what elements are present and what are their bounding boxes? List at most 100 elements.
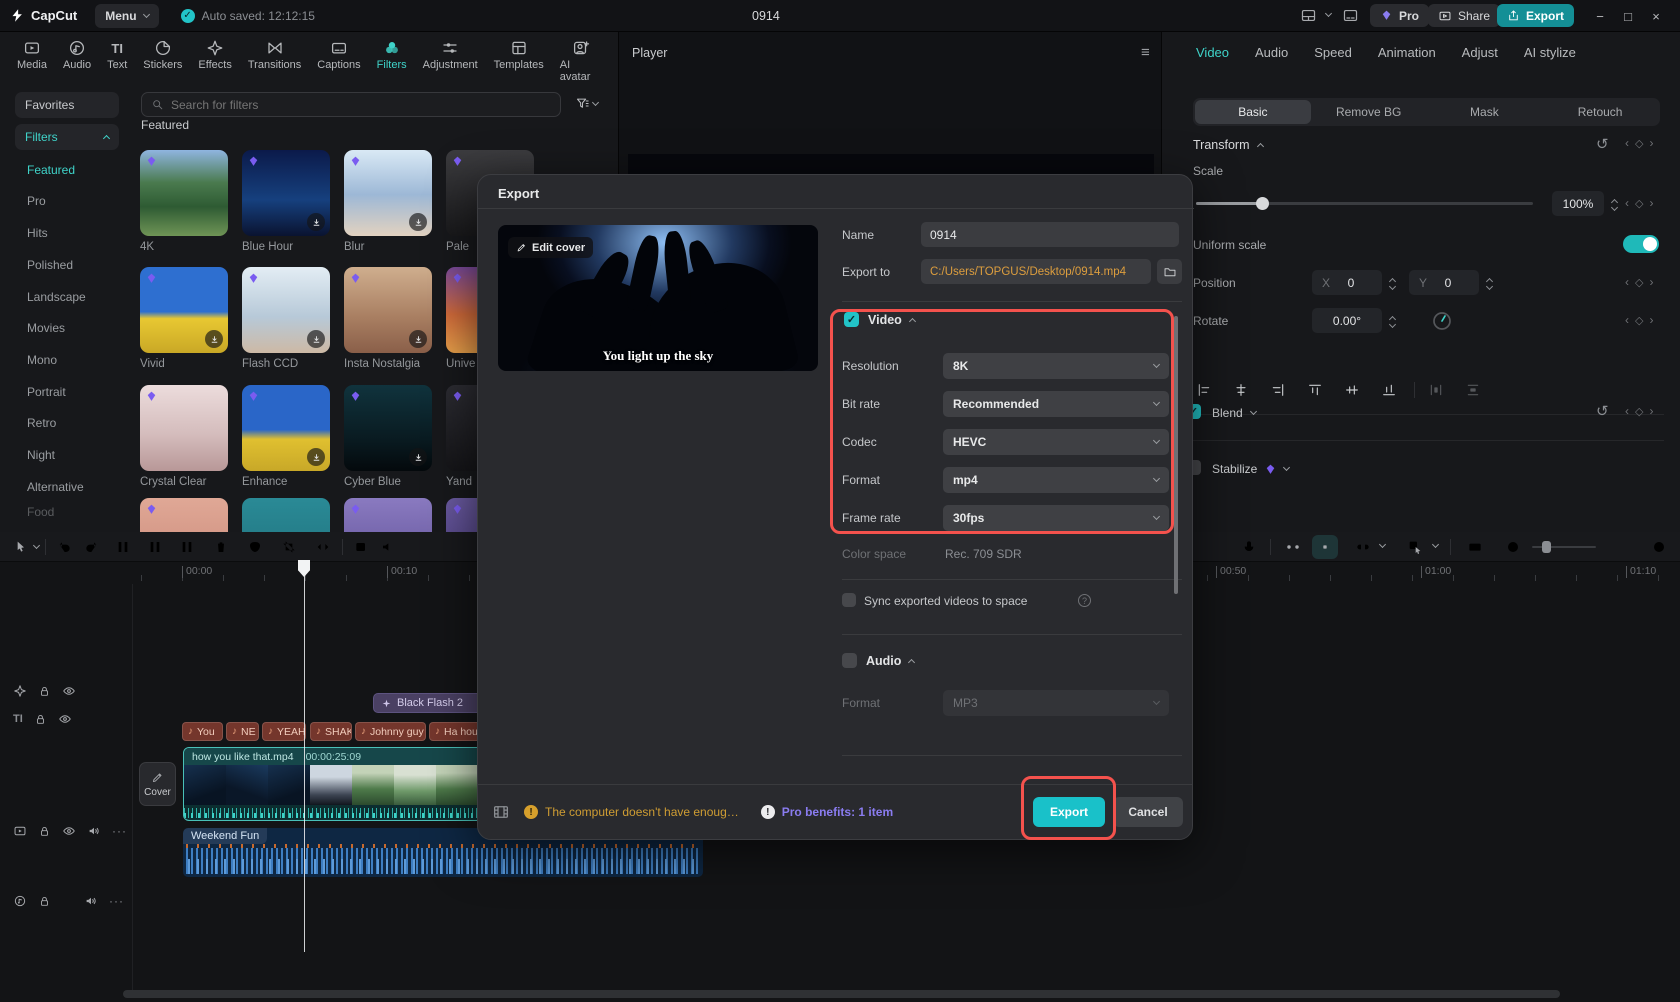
export-confirm-button[interactable]: Export bbox=[1033, 797, 1105, 827]
mask-icon[interactable] bbox=[242, 535, 268, 559]
align-top-icon[interactable] bbox=[1307, 382, 1323, 398]
dialog-scrollbar[interactable] bbox=[1174, 316, 1178, 594]
text-clip[interactable]: ♪YEAH bbox=[262, 722, 306, 741]
text-clip[interactable]: ♪NE bbox=[226, 722, 259, 741]
help-icon[interactable]: ? bbox=[1078, 594, 1091, 607]
layout-panel2-icon[interactable] bbox=[1342, 7, 1359, 24]
sidebar-group-filters[interactable]: Filters bbox=[15, 124, 119, 150]
split-left-icon[interactable] bbox=[142, 535, 168, 559]
filter-thumbnail[interactable] bbox=[140, 498, 228, 532]
codec-select[interactable]: HEVC bbox=[943, 429, 1169, 455]
layout-chevron-icon[interactable] bbox=[1325, 10, 1332, 17]
align-bottom-icon[interactable] bbox=[1381, 382, 1397, 398]
split-icon[interactable] bbox=[110, 535, 136, 559]
align-left-icon[interactable] bbox=[1196, 382, 1212, 398]
video-section-checkbox[interactable]: ✓ bbox=[844, 312, 859, 327]
tab-audio[interactable]: Audio bbox=[1255, 45, 1288, 60]
blend-keyframe-nav[interactable]: ‹◇› bbox=[1625, 404, 1653, 418]
text-clip[interactable]: ♪SHAK bbox=[310, 722, 352, 741]
download-icon[interactable] bbox=[409, 448, 427, 466]
warning-text[interactable]: The computer doesn't have enoug… bbox=[545, 805, 739, 819]
download-icon[interactable] bbox=[205, 330, 223, 348]
bitrate-select[interactable]: Recommended bbox=[943, 391, 1169, 417]
edit-cover-button[interactable]: Edit cover bbox=[508, 237, 593, 258]
ribbon-tab-ai-avatar[interactable]: AI avatar bbox=[553, 37, 610, 85]
menu-button[interactable]: Menu bbox=[95, 4, 158, 28]
record-voiceover-icon[interactable] bbox=[1236, 535, 1262, 559]
zoom-in-icon[interactable] bbox=[1646, 535, 1672, 559]
export-name-input[interactable] bbox=[921, 222, 1179, 247]
subtab-mask[interactable]: Mask bbox=[1427, 100, 1543, 124]
ribbon-tab-adjustment[interactable]: Adjustment bbox=[416, 37, 485, 73]
ribbon-tab-transitions[interactable]: Transitions bbox=[241, 37, 308, 73]
audio-format-select[interactable]: MP3 bbox=[943, 690, 1169, 716]
export-button-top[interactable]: Export bbox=[1497, 4, 1574, 27]
sidebar-item-movies[interactable]: Movies bbox=[27, 321, 65, 335]
scale-value-box[interactable]: 100% bbox=[1552, 191, 1604, 216]
sidebar-item-hits[interactable]: Hits bbox=[27, 226, 48, 240]
zoom-out-icon[interactable] bbox=[1500, 535, 1526, 559]
filter-thumbnail[interactable] bbox=[242, 267, 330, 353]
lock-icon[interactable] bbox=[38, 685, 51, 698]
filter-thumbnail[interactable] bbox=[140, 267, 228, 353]
sidebar-item-portrait[interactable]: Portrait bbox=[27, 385, 66, 399]
audio-section-checkbox[interactable] bbox=[842, 653, 857, 668]
position-x-stepper[interactable] bbox=[1386, 270, 1399, 295]
align-center-h-icon[interactable] bbox=[1233, 382, 1249, 398]
browse-folder-button[interactable] bbox=[1157, 259, 1182, 284]
extract-audio-icon[interactable] bbox=[375, 535, 401, 559]
sidebar-item-alternative[interactable]: Alternative bbox=[27, 480, 84, 494]
tab-ai-stylize[interactable]: AI stylize bbox=[1524, 45, 1576, 60]
ribbon-tab-text[interactable]: TIText bbox=[100, 37, 134, 73]
filter-thumbnail[interactable] bbox=[344, 385, 432, 471]
lock-icon[interactable] bbox=[34, 713, 47, 726]
position-keyframe-nav[interactable]: ‹◇› bbox=[1625, 275, 1653, 289]
selection-chevron[interactable] bbox=[1432, 541, 1439, 548]
collapse-icon[interactable] bbox=[1256, 143, 1263, 150]
tab-adjust[interactable]: Adjust bbox=[1462, 45, 1498, 60]
selection-mode-icon[interactable] bbox=[1402, 535, 1428, 559]
mute-icon[interactable] bbox=[87, 824, 101, 838]
filter-search[interactable] bbox=[141, 92, 561, 117]
text-clip[interactable]: ♪You bbox=[182, 722, 223, 741]
undo-icon[interactable] bbox=[52, 535, 78, 559]
rotate-knob[interactable] bbox=[1430, 309, 1454, 333]
blend-reset-icon[interactable]: ↺ bbox=[1596, 402, 1609, 420]
filter-sort-icon[interactable] bbox=[575, 96, 598, 111]
expand-icon[interactable] bbox=[1283, 464, 1290, 471]
ribbon-tab-audio[interactable]: Audio bbox=[56, 37, 98, 73]
download-icon[interactable] bbox=[307, 213, 325, 231]
lock-icon[interactable] bbox=[38, 895, 51, 908]
pro-button[interactable]: Pro bbox=[1370, 4, 1429, 27]
text-clip[interactable]: ♪Johnny guy bbox=[355, 722, 426, 741]
cursor-tool-icon[interactable] bbox=[8, 535, 34, 559]
zoom-slider-thumb[interactable] bbox=[1542, 541, 1551, 553]
framerate-select[interactable]: 30fps bbox=[943, 505, 1169, 531]
align-right-icon[interactable] bbox=[1270, 382, 1286, 398]
sidebar-item-landscape[interactable]: Landscape bbox=[27, 290, 86, 304]
align-middle-icon[interactable] bbox=[1344, 382, 1360, 398]
filter-thumbnail[interactable] bbox=[344, 150, 432, 236]
expand-icon[interactable] bbox=[1250, 408, 1257, 415]
position-y-stepper[interactable] bbox=[1483, 270, 1496, 295]
ribbon-tab-effects[interactable]: Effects bbox=[191, 37, 238, 73]
download-icon[interactable] bbox=[409, 213, 427, 231]
ribbon-tab-stickers[interactable]: Stickers bbox=[136, 37, 189, 73]
subtab-remove-bg[interactable]: Remove BG bbox=[1311, 100, 1427, 124]
rotate-stepper[interactable] bbox=[1386, 308, 1399, 333]
filter-thumbnail[interactable] bbox=[140, 150, 228, 236]
filter-thumbnail[interactable] bbox=[242, 385, 330, 471]
position-x-field[interactable]: X0 bbox=[1312, 270, 1382, 295]
sidebar-item-featured[interactable]: Featured bbox=[27, 163, 75, 177]
player-menu-icon[interactable]: ≡ bbox=[1141, 44, 1151, 61]
sync-checkbox[interactable] bbox=[842, 593, 856, 607]
ribbon-tab-templates[interactable]: Templates bbox=[487, 37, 551, 73]
close-button[interactable]: × bbox=[1642, 0, 1670, 32]
download-icon[interactable] bbox=[409, 330, 427, 348]
cover-button[interactable]: Cover bbox=[139, 762, 176, 806]
sidebar-item-pro[interactable]: Pro bbox=[27, 194, 46, 208]
sidebar-item-favorites[interactable]: Favorites bbox=[15, 92, 119, 118]
filter-thumbnail[interactable] bbox=[140, 385, 228, 471]
sidebar-item-polished[interactable]: Polished bbox=[27, 258, 73, 272]
mute-icon[interactable] bbox=[84, 894, 98, 908]
